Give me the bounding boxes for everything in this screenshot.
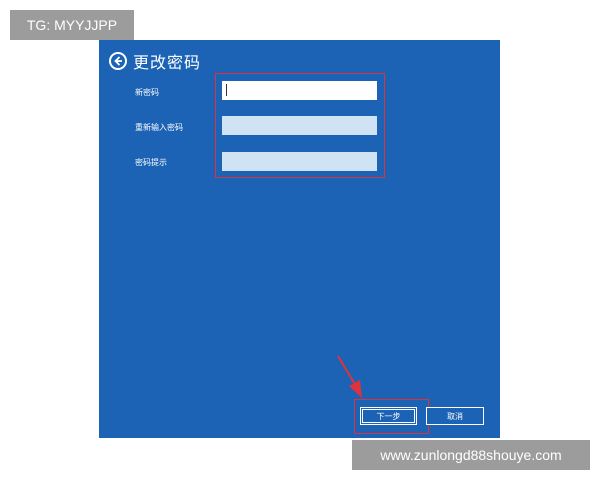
confirm-password-label: 重新输入密码 (135, 123, 183, 132)
new-password-label: 新密码 (135, 88, 159, 97)
watermark-bottom: www.zunlongd88shouye.com (352, 440, 590, 470)
watermark-top: TG: MYYJJPP (10, 10, 134, 40)
cancel-button[interactable]: 取消 (426, 407, 484, 425)
red-arrow-icon (337, 355, 362, 398)
change-password-dialog: 更改密码 新密码 重新输入密码 密码提示 下一步 取消 (99, 40, 500, 438)
page-title: 更改密码 (133, 53, 202, 72)
next-button[interactable]: 下一步 (360, 407, 417, 425)
fields-highlight-box (215, 73, 385, 178)
password-hint-label: 密码提示 (135, 158, 167, 167)
dialog-header: 更改密码 (109, 50, 201, 72)
back-arrow-glyph-icon (114, 56, 122, 66)
back-arrow-icon[interactable] (109, 52, 127, 70)
